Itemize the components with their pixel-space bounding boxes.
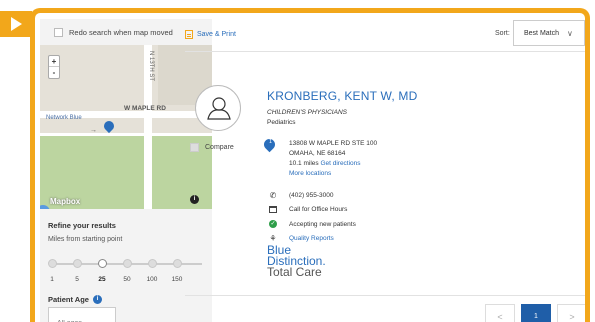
play-tab[interactable] [0, 11, 32, 37]
age-input[interactable] [48, 307, 116, 322]
accepting-status: Accepting new patients [289, 220, 356, 228]
zoom-out-button[interactable]: - [49, 67, 59, 78]
map-road [40, 133, 212, 136]
redo-checkbox[interactable] [54, 27, 63, 37]
sort-label: Sort: [495, 30, 510, 37]
sort-select[interactable]: Best Match ∨ [513, 20, 585, 46]
sort-value: Best Match [524, 29, 560, 37]
quality-row: ⚘ Quality Reports [267, 234, 334, 243]
page-1-button[interactable]: 1 [521, 304, 551, 322]
compare-label: Compare [205, 144, 234, 151]
map-view[interactable]: N 13TH ST W MAPLE RD Network Blue + - → … [40, 45, 212, 209]
play-icon [11, 17, 22, 31]
distance: 10.1 miles [289, 160, 319, 167]
age-label: Patient Age [48, 295, 89, 304]
bd-line: Total Care [267, 265, 322, 279]
phone-number[interactable]: (402) 955-3000 [289, 192, 333, 199]
specialty: Pediatrics [267, 119, 296, 126]
slider-stop[interactable] [123, 259, 132, 268]
address-line: OMAHA, NE 68164 [289, 150, 346, 157]
person-icon [207, 97, 231, 120]
slider-stop[interactable] [48, 259, 57, 268]
tick-label: 100 [146, 276, 158, 283]
accepting-row: ✓ Accepting new patients [267, 220, 356, 228]
zoom-control: + - [48, 55, 60, 79]
tick-label: 5 [75, 276, 79, 283]
next-page-button[interactable]: > [557, 304, 585, 322]
divider [185, 51, 585, 52]
age-title: Patient Age i [48, 295, 102, 304]
document-icon [185, 30, 193, 39]
blue-distinction-logo: Blue Distinction. Total Care [267, 244, 326, 279]
prev-page-button[interactable]: < [485, 304, 515, 322]
miles-label: Miles from starting point [48, 236, 123, 243]
more-locations-link[interactable]: More locations [289, 169, 377, 179]
results-frame: Redo search when map moved N 13TH ST W M… [30, 8, 590, 322]
pin-number: 1 [269, 139, 273, 146]
directions-link[interactable]: Get directions [320, 160, 360, 167]
quality-reports-link[interactable]: Quality Reports [289, 235, 334, 242]
calendar-icon [267, 206, 279, 213]
hours-row: Call for Office Hours [267, 206, 347, 213]
phone-row: ✆ (402) 955-3000 [267, 191, 334, 200]
office-hours: Call for Office Hours [289, 206, 348, 213]
save-print-label: Save & Print [197, 31, 236, 38]
divider [185, 295, 585, 296]
street-label: W MAPLE RD [124, 105, 166, 112]
distance-row: 10.1 miles Get directions [289, 159, 377, 169]
compare-toggle[interactable]: Compare [190, 143, 234, 152]
address-line: 13808 W MAPLE RD STE 100 [289, 140, 378, 147]
arrow-icon: → [90, 127, 97, 134]
slider-stop[interactable] [148, 259, 157, 268]
tick-label: 1 [50, 276, 54, 283]
info-icon[interactable]: i [92, 295, 102, 304]
address-block: 13808 W MAPLE RD STE 100 OMAHA, NE 68164… [289, 139, 377, 179]
practice-name: CHILDREN'S PHYSICIANS [267, 109, 347, 116]
tick-label: 25 [98, 276, 106, 283]
chevron-down-icon: ∨ [567, 28, 573, 38]
redo-label: Redo search when map moved [69, 27, 173, 37]
check-circle-icon: ✓ [269, 220, 277, 228]
map-pin-icon[interactable] [101, 118, 117, 134]
tick-label: 150 [171, 276, 183, 283]
award-icon: ⚘ [269, 234, 277, 243]
provider-name-link[interactable]: KRONBERG, KENT W, MD [267, 89, 417, 103]
phone-icon: ✆ [269, 191, 277, 200]
network-label: Network Blue [46, 115, 82, 121]
map-logo: Mapbox [50, 197, 81, 206]
save-print-button[interactable]: Save & Print [185, 30, 236, 39]
info-icon[interactable]: i [190, 195, 199, 204]
slider-stop[interactable] [173, 259, 182, 268]
tick-label: 50 [123, 276, 131, 283]
compare-checkbox[interactable] [190, 143, 199, 152]
slider-handle[interactable] [98, 259, 107, 268]
refine-title: Refine your results [48, 221, 116, 230]
avatar [195, 85, 241, 131]
miles-slider[interactable] [48, 259, 202, 268]
zoom-in-button[interactable]: + [49, 56, 59, 67]
street-label: N 13TH ST [148, 51, 154, 82]
filter-panel: Redo search when map moved N 13TH ST W M… [40, 19, 212, 322]
location-pin-icon: 1 [261, 136, 278, 153]
slider-stop[interactable] [73, 259, 82, 268]
